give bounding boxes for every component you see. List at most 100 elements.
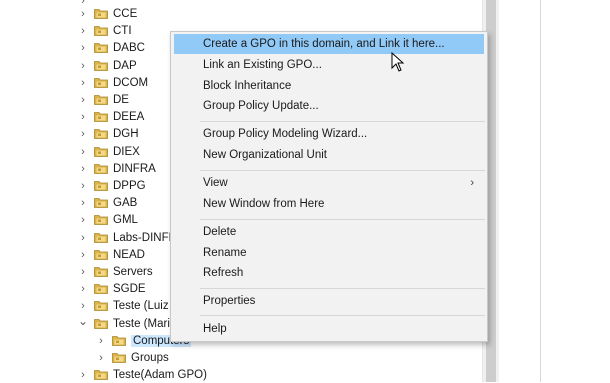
tree-item[interactable]: › DEEA [78, 108, 144, 125]
folder-icon [112, 335, 126, 346]
chevron-right-icon[interactable]: › [78, 266, 88, 278]
menu-item-new-window[interactable]: New Window from Here [174, 194, 484, 214]
chevron-right-icon[interactable]: › [96, 352, 106, 364]
tree-item-label: GAB [113, 196, 138, 209]
menu-item-block-inheritance[interactable]: Block Inheritance [174, 76, 484, 96]
menu-item-group-policy-update[interactable]: Group Policy Update... [174, 96, 484, 116]
chevron-right-icon[interactable]: › [96, 335, 106, 347]
folder-icon [112, 352, 126, 363]
tree-item[interactable]: › GAB [78, 194, 137, 211]
tree-item[interactable]: › DABC [78, 39, 145, 56]
tree-item-label: CCE [113, 7, 138, 20]
tree-item-label: Teste(Adam GPO) [113, 368, 207, 381]
tree-item-label: Teste (Luiz ( [113, 299, 176, 312]
menu-item-link-existing-gpo[interactable]: Link an Existing GPO... [174, 55, 484, 75]
menu-item-modeling-wizard[interactable]: Group Policy Modeling Wizard... [174, 124, 484, 144]
chevron-right-icon[interactable]: › [78, 369, 88, 381]
tree-item-label: DEEA [113, 110, 145, 123]
folder-icon [94, 283, 108, 294]
chevron-right-icon[interactable]: › [78, 25, 88, 37]
chevron-right-icon[interactable]: › [78, 8, 88, 20]
tree-item[interactable]: › DPPG [78, 177, 146, 194]
folder-icon [94, 60, 108, 71]
tree-item-label: CTI [113, 24, 132, 37]
menu-item-help[interactable]: Help [174, 319, 484, 339]
tree-item[interactable]: › Teste(Adam GPO) [78, 366, 207, 383]
folder-icon [94, 163, 108, 174]
tree-item[interactable]: › DINFRA [78, 160, 156, 177]
tree-item[interactable]: › CTI [78, 22, 132, 39]
tree-item[interactable]: › DCOM [78, 74, 148, 91]
tree-item-label: NEAD [113, 248, 145, 261]
tree-item-label: Servers [113, 265, 153, 278]
chevron-right-icon: › [470, 177, 474, 189]
chevron-right-icon[interactable]: › [78, 232, 88, 244]
folder-icon [94, 94, 108, 105]
tree-item-label: SGDE [113, 282, 146, 295]
menu-item-new-ou[interactable]: New Organizational Unit [174, 145, 484, 165]
menu-item-properties[interactable]: Properties [174, 291, 484, 311]
folder-icon [94, 8, 108, 19]
tree-item-label: DGH [113, 127, 139, 140]
chevron-right-icon[interactable]: › [78, 283, 88, 295]
menu-item-create-gpo[interactable]: Create a GPO in this domain, and Link it… [174, 34, 484, 54]
tree-item-label: DCOM [113, 76, 149, 89]
tree-item-label: DE [113, 93, 129, 106]
menu-item-view[interactable]: View › [174, 173, 484, 193]
tree-item[interactable]: › NEAD [78, 246, 145, 263]
chevron-right-icon[interactable]: › [78, 214, 88, 226]
folder-icon [94, 128, 108, 139]
chevron-right-icon[interactable]: › [78, 146, 88, 158]
folder-icon [94, 25, 108, 36]
chevron-right-icon[interactable]: › [78, 163, 88, 175]
chevron-right-icon[interactable]: › [78, 60, 88, 72]
folder-icon [94, 369, 108, 380]
folder-icon [94, 232, 108, 243]
folder-icon [94, 146, 108, 157]
chevron-right-icon[interactable]: › [78, 197, 88, 209]
menu-separator [200, 170, 485, 171]
tree-item[interactable]: › DAP [78, 57, 137, 74]
folder-icon [94, 300, 108, 311]
menu-item-rename[interactable]: Rename [174, 243, 484, 263]
tree-item-label: DPPG [113, 179, 146, 192]
details-pane [541, 0, 610, 382]
chevron-right-icon[interactable]: › [78, 128, 88, 140]
tree-item-label: Teste (Mari [113, 317, 170, 330]
tree-item-label: Labs-DINFR [113, 231, 177, 244]
menu-separator [200, 315, 485, 316]
folder-icon [94, 180, 108, 191]
tree-item[interactable]: › Teste (Luiz ( [78, 297, 176, 314]
tree-item[interactable]: › GML [78, 211, 138, 228]
chevron-right-icon[interactable]: › [78, 111, 88, 123]
tree-item[interactable]: › DE [78, 91, 129, 108]
tree-item[interactable]: › SGDE [78, 280, 146, 297]
tree-item-label: GML [113, 213, 138, 226]
chevron-right-icon[interactable]: › [78, 249, 88, 261]
tree-item[interactable]: › DGH [78, 125, 139, 142]
tree-item[interactable]: › Labs-DINFR [78, 229, 177, 246]
chevron-right-icon[interactable]: › [78, 94, 88, 106]
tree-item-label: DIEX [113, 145, 140, 158]
tree-item[interactable]: › Servers [78, 263, 153, 280]
folder-icon [94, 111, 108, 122]
chevron-right-icon[interactable]: › [78, 180, 88, 192]
tree-item[interactable]: ⌄ Teste (Mari [78, 314, 170, 332]
chevron-right-icon[interactable]: › [78, 300, 88, 312]
tree-item[interactable]: › DIEX [78, 143, 140, 160]
tree-item[interactable]: › Groups [96, 349, 169, 366]
folder-icon [94, 197, 108, 208]
tree-item-label: DAP [113, 59, 137, 72]
chevron-down-icon[interactable]: ⌄ [78, 314, 88, 328]
chevron-right-icon[interactable]: › [78, 77, 88, 89]
folder-icon [94, 42, 108, 53]
menu-item-refresh[interactable]: Refresh [174, 263, 484, 283]
menu-separator [200, 219, 485, 220]
folder-icon [94, 214, 108, 225]
context-menu: Create a GPO in this domain, and Link it… [170, 31, 488, 342]
menu-item-delete[interactable]: Delete [174, 222, 484, 242]
chevron-right-icon[interactable]: › [78, 42, 88, 54]
tree-item[interactable]: › CCE [78, 5, 137, 22]
folder-icon [94, 249, 108, 260]
folder-icon [94, 77, 108, 88]
